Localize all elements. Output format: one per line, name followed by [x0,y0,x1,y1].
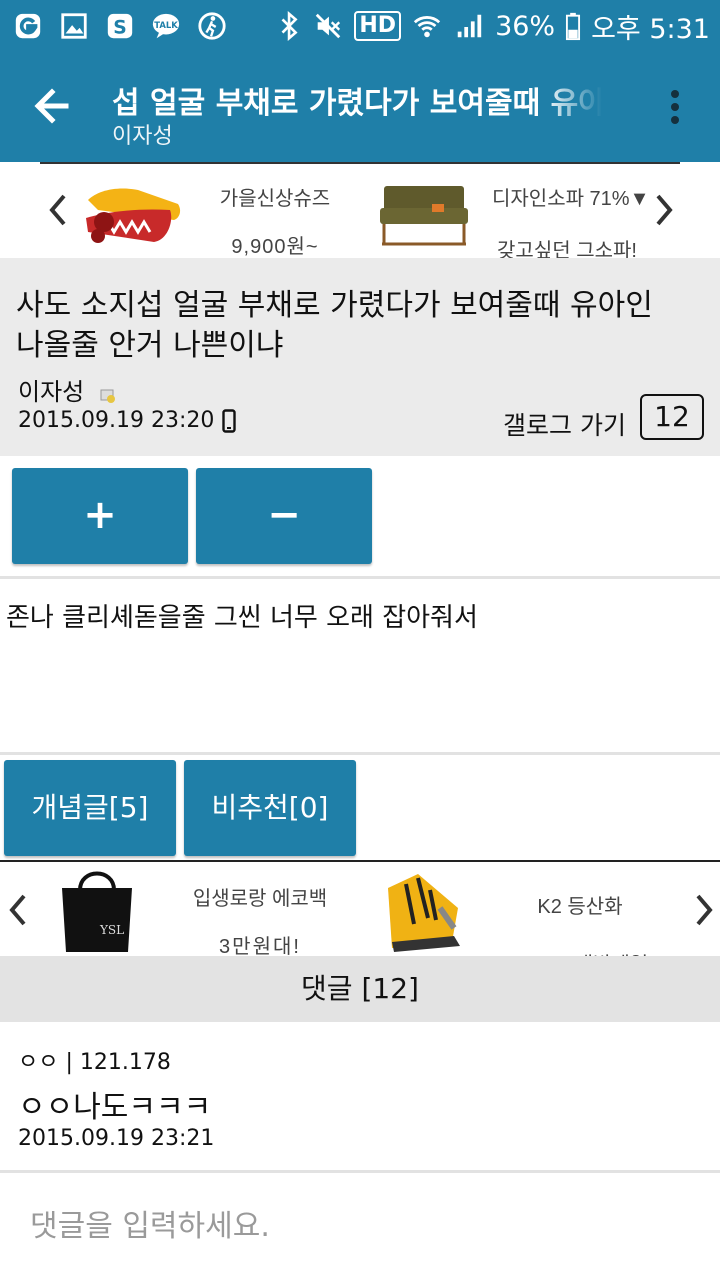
comment-count-button[interactable]: 12 [640,394,704,440]
shoes-image[interactable] [78,170,182,254]
post-date: 2015.09.19 23:20 [18,408,215,433]
ad-item2-desc: 81% ~ 대박세일 [500,948,660,956]
gallog-link[interactable]: 갤로그 가기 [503,406,626,442]
ad-prev-icon[interactable] [4,890,32,930]
gallery-icon [61,13,87,39]
svg-text:YSL: YSL [99,923,124,937]
notification-icons: S TALK [12,10,228,42]
bluetooth-icon [281,11,298,41]
recommend-button[interactable]: 개념글[5] [4,760,176,856]
s-icon: S [107,13,133,39]
post-meta: 2015.09.19 23:20 [18,408,237,433]
divider [0,576,720,579]
ad-banner-top[interactable]: 가을신상슈즈 9,900원~ 디자인소파 71%▼ 갖고싶던 그소파! [0,162,720,262]
comments-header: 댓글 [12] [0,956,720,1022]
battery-icon [566,12,581,41]
svg-text:S: S [113,18,127,39]
ad-prev-icon[interactable] [44,190,72,230]
not-recommend-button[interactable]: 비추천[0] [184,760,356,856]
signal-icon [457,14,482,38]
post-header: 사도 소지섭 얼굴 부채로 가렸다가 보여줄때 유아인 나올줄 안거 나쁜이냐 … [0,258,720,456]
hd-label: HD [359,13,397,38]
minus-button[interactable]: − [196,468,372,564]
header-title: 섭 얼굴 부채로 가렸다가 보여줄때 유아인 나올줄 안거 나쁜이냐 [112,86,602,121]
hiking-shoe-image[interactable] [378,868,470,954]
user-badge-icon [100,389,115,403]
mobile-icon [222,408,237,433]
ad-item2-title: K2 등산화 [537,896,623,918]
sofa-image[interactable] [378,178,470,248]
mute-icon [316,13,341,39]
talk-icon: TALK [152,13,180,39]
ad-item2-title: 디자인소파 71%▼ [492,188,650,210]
ad-item1-title: 가을신상슈즈 [219,188,331,210]
app-header: 섭 얼굴 부채로 가렸다가 보여줄때 유아인 나올줄 안거 나쁜이냐 이자성 [0,52,720,162]
header-subtitle: 이자성 [112,124,173,149]
comment-input[interactable] [0,1170,720,1280]
ad-banner-bottom[interactable]: YSL 입생로랑 에코백 3만원대! K2 등산화 81% ~ 대박세일 [0,860,720,958]
comment-author: ㅇㅇ | 121.178 [18,1050,171,1075]
ecobag-image[interactable]: YSL [56,864,138,954]
ad-next-icon[interactable] [690,890,718,930]
comment-item: ㅇㅇ | 121.178 ㅇㅇ나도ㅋㅋㅋ 2015.09.19 23:21 [0,1022,720,1168]
ad-item1-price: 9,900원~ [231,236,319,258]
post-author[interactable]: 이자성 [18,372,84,407]
back-arrow-icon[interactable] [28,78,84,134]
ad-item1-title: 입생로랑 에코백 [192,888,328,910]
comment-text: ㅇㅇ나도ㅋㅋㅋ [18,1090,212,1125]
ad-item1-price: 3만원대! [219,936,301,958]
g-icon [15,13,41,39]
comment-date: 2015.09.19 23:21 [18,1126,215,1151]
ad-next-icon[interactable] [650,190,678,230]
svg-text:TALK: TALK [154,20,178,30]
walk-icon [198,12,226,40]
clock: 오후 5:31 [591,13,710,45]
overflow-menu-icon[interactable] [660,86,690,128]
system-icons: HD 36% 오후 5:31 [278,8,710,45]
header-titles: 섭 얼굴 부채로 가렸다가 보여줄때 유아인 나올줄 안거 나쁜이냐 이자성 [112,86,602,150]
status-bar: S TALK HD 36% 오후 5:31 [0,0,720,52]
post-title: 사도 소지섭 얼굴 부채로 가렸다가 보여줄때 유아인 나올줄 안거 나쁜이냐 [16,288,653,363]
hd-icon: HD [354,11,402,41]
divider [0,752,720,755]
plus-button[interactable]: + [12,468,188,564]
post-body: 존나 클리셰돋을줄 그씬 너무 오래 잡아줘서 [6,603,478,633]
wifi-icon [413,16,441,38]
battery-percent: 36% [495,10,556,42]
